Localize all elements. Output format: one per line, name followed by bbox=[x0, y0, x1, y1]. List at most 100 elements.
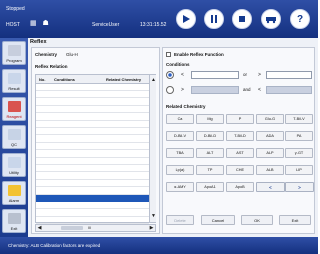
condition-radio-or[interactable] bbox=[166, 71, 174, 79]
help-icon: ? bbox=[296, 13, 304, 25]
chem-button[interactable]: γ-GT bbox=[285, 148, 313, 158]
reflex-table[interactable]: No. Conditions Related Chemistry ▲ ▼ bbox=[35, 74, 156, 225]
table-row[interactable] bbox=[36, 173, 149, 180]
table-row[interactable] bbox=[36, 128, 149, 136]
chem-button[interactable]: ALT bbox=[196, 148, 224, 158]
table-row[interactable] bbox=[36, 99, 149, 106]
chem-button[interactable]: PA bbox=[285, 131, 313, 141]
op-gt-2: > bbox=[181, 87, 184, 93]
right-panel: Enable Reflex Function Conditions < or >… bbox=[162, 47, 315, 234]
prev-page-button[interactable]: < bbox=[256, 182, 285, 192]
table-row[interactable] bbox=[36, 84, 149, 91]
table-row[interactable] bbox=[36, 195, 149, 202]
program-icon bbox=[8, 45, 21, 56]
chem-button[interactable]: TP bbox=[196, 165, 224, 175]
next-page-button[interactable]: > bbox=[285, 182, 314, 192]
chemistry-value: Glu-H bbox=[66, 52, 78, 57]
exit-icon bbox=[8, 213, 21, 224]
scroll-up-icon[interactable]: ▲ bbox=[150, 77, 157, 84]
status-bar: Chemistry: ALB Calibration factors are e… bbox=[0, 237, 318, 254]
cancel-button[interactable]: Cancel bbox=[201, 215, 235, 225]
table-row[interactable] bbox=[36, 202, 149, 210]
scroll-left-icon[interactable]: ◀ bbox=[36, 225, 43, 231]
chem-button[interactable]: TBA bbox=[166, 148, 194, 158]
table-horizontal-scrollbar[interactable]: ◀ III ▶ bbox=[35, 224, 156, 232]
table-row[interactable] bbox=[36, 158, 149, 165]
table-row[interactable] bbox=[36, 143, 149, 151]
table-row[interactable] bbox=[36, 188, 149, 195]
scroll-right-icon[interactable]: ▶ bbox=[148, 225, 155, 231]
chem-button[interactable]: Lp(a) bbox=[166, 165, 194, 175]
nav-reagent[interactable]: Reagent bbox=[2, 97, 26, 121]
scroll-mark: III bbox=[88, 225, 92, 230]
stop-button[interactable] bbox=[232, 9, 252, 29]
qc-icon bbox=[8, 129, 21, 140]
table-row[interactable] bbox=[36, 121, 149, 128]
chem-button[interactable]: ApoB bbox=[226, 182, 254, 192]
col-related: Related Chemistry bbox=[106, 77, 142, 82]
chem-button[interactable]: D-Bil-V bbox=[166, 131, 194, 141]
table-row[interactable] bbox=[36, 165, 149, 173]
nav-alarm[interactable]: Alarm bbox=[2, 181, 26, 205]
dialog-title: Reflex bbox=[30, 39, 47, 45]
nav-result[interactable]: Result bbox=[2, 69, 26, 93]
nav-reagent-label: Reagent bbox=[6, 114, 22, 119]
table-vertical-scrollbar[interactable]: ▲ ▼ bbox=[149, 75, 156, 222]
nav-exit[interactable]: Exit bbox=[2, 209, 26, 233]
chem-button[interactable]: Glu-G bbox=[256, 114, 284, 124]
chem-button[interactable]: ADA bbox=[256, 131, 284, 141]
ambulance-icon bbox=[266, 17, 276, 24]
ok-button[interactable]: OK bbox=[241, 215, 273, 225]
status-icons: ▦ ☗ bbox=[30, 20, 51, 27]
chem-button[interactable]: P bbox=[226, 114, 254, 124]
play-button[interactable] bbox=[176, 9, 196, 29]
table-row[interactable] bbox=[36, 136, 149, 143]
table-row[interactable] bbox=[36, 114, 149, 121]
chem-button[interactable]: AST bbox=[226, 148, 254, 158]
chem-button[interactable]: Mg bbox=[196, 114, 224, 124]
host-label: HOST bbox=[6, 22, 20, 28]
condition-value-4[interactable] bbox=[266, 86, 312, 94]
chem-button[interactable]: LIP bbox=[285, 165, 313, 175]
exit-button[interactable]: Exit bbox=[279, 215, 311, 225]
table-row[interactable] bbox=[36, 180, 149, 188]
nav-utility[interactable]: Utility bbox=[2, 153, 26, 177]
nav-program[interactable]: Program bbox=[2, 41, 26, 65]
scroll-thumb[interactable] bbox=[61, 226, 83, 230]
enable-reflex-checkbox[interactable] bbox=[166, 52, 171, 57]
nav-program-label: Program bbox=[6, 58, 22, 63]
conditions-label: Conditions bbox=[166, 62, 190, 67]
chem-button[interactable]: T-Bil-D bbox=[226, 131, 254, 141]
reflex-relation-label: Reflex Relation bbox=[35, 64, 68, 69]
pause-button[interactable] bbox=[204, 9, 224, 29]
condition-radio-and[interactable] bbox=[166, 86, 174, 94]
delete-button[interactable]: Delete bbox=[166, 215, 194, 225]
chem-button[interactable]: α-AMY bbox=[166, 182, 194, 192]
condition-value-3[interactable] bbox=[191, 86, 239, 94]
chem-button[interactable]: D-Bil-D bbox=[196, 131, 224, 141]
enable-reflex-label: Enable Reflex Function bbox=[174, 52, 224, 57]
chem-button[interactable]: CHE bbox=[226, 165, 254, 175]
chemistry-label: Chemistry bbox=[35, 52, 58, 57]
chem-button[interactable]: ApoA1 bbox=[196, 182, 224, 192]
table-row[interactable] bbox=[36, 106, 149, 114]
chem-button[interactable]: ALP bbox=[256, 148, 284, 158]
emergency-button[interactable] bbox=[261, 9, 281, 29]
or-label: or bbox=[243, 72, 248, 77]
op-gt: > bbox=[258, 72, 261, 78]
top-bar: Stopped HOST ▦ ☗ ServiceUser 13:31:15.52… bbox=[0, 0, 318, 38]
scroll-down-icon[interactable]: ▼ bbox=[150, 213, 157, 220]
table-row[interactable] bbox=[36, 151, 149, 158]
table-row[interactable] bbox=[36, 210, 149, 217]
nav-result-label: Result bbox=[8, 86, 20, 91]
chem-button[interactable]: T-Bil-V bbox=[285, 114, 313, 124]
table-row[interactable] bbox=[36, 91, 149, 99]
condition-value-1[interactable] bbox=[191, 71, 239, 79]
nav-qc[interactable]: QC bbox=[2, 125, 26, 149]
chem-button[interactable]: Ca bbox=[166, 114, 194, 124]
utility-icon bbox=[8, 157, 21, 168]
help-button[interactable]: ? bbox=[290, 9, 310, 29]
condition-value-2[interactable] bbox=[266, 71, 312, 79]
chem-button[interactable]: ALB bbox=[256, 165, 284, 175]
status-message: Chemistry: ALB Calibration factors are e… bbox=[8, 243, 101, 248]
